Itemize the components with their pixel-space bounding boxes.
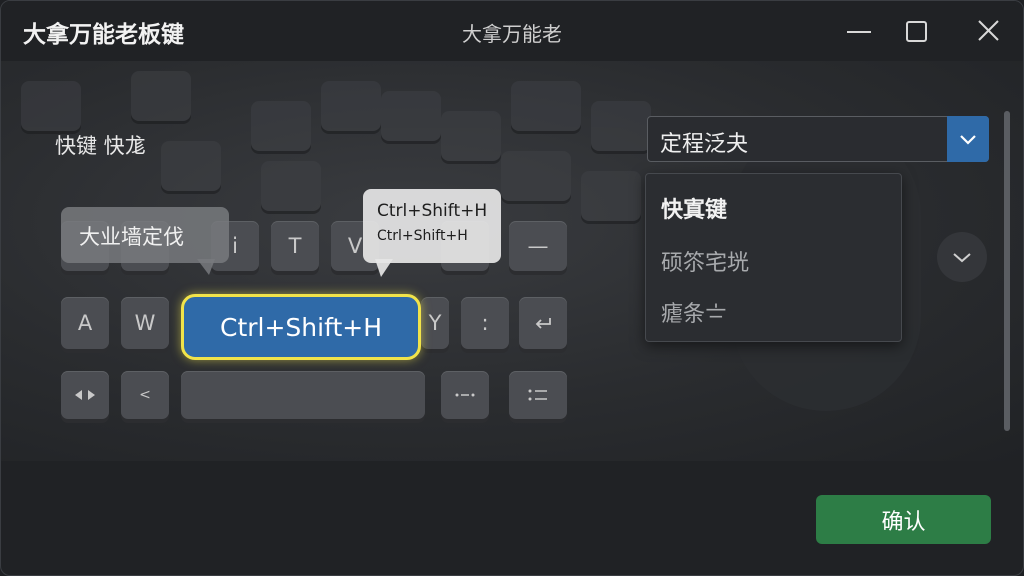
close-icon [978,20,999,41]
background-key [251,101,311,151]
background-key [131,71,191,121]
key-colon[interactable]: : [461,297,509,349]
select-toggle-button[interactable] [947,116,989,162]
key-w[interactable]: W [121,297,169,349]
confirm-button[interactable]: 确认 [816,495,991,544]
arrows-icon [75,390,95,400]
key-t[interactable]: T [271,221,319,271]
select-dropdown: 快寘键 硕䇣宅垙 瘧条〧 [645,173,902,342]
scrollbar-thumb[interactable] [1004,111,1010,431]
key[interactable] [441,371,489,419]
dots-icon [455,393,475,397]
minimize-icon [847,31,871,33]
background-key [21,81,81,131]
tooltip-line-2: Ctrl+Shift+H [377,228,468,244]
background-key [501,151,571,201]
dropdown-item[interactable]: 硕䇣宅垙 [661,245,749,277]
minimize-button[interactable] [839,13,879,49]
app-window: 大拿万能老板键 大拿万能老 快键 快尨 i T V — A W Y: < Ct… [0,0,1024,576]
spacebar-key[interactable] [181,371,425,419]
hotkey-tooltip: Ctrl+Shift+H Ctrl+Shift+H [363,189,501,263]
hotkey-display[interactable]: Ctrl+Shift+H [181,294,421,360]
hotkey-label: 快键 快尨 [55,134,146,158]
hint-bubble-text: 大业墙定伐 [79,225,184,249]
background-key [591,101,651,151]
tooltip-tail [375,259,393,277]
dropdown-item[interactable]: 快寘键 [661,192,727,224]
background-key [581,171,641,221]
tooltip-line-1: Ctrl+Shift+H [377,201,488,221]
mode-select[interactable]: 定程泛夬 [647,116,989,162]
title-bar: 大拿万能老板键 大拿万能老 [1,1,1023,61]
close-button[interactable] [969,13,1009,49]
enter-icon [535,318,551,329]
background-key [381,91,441,141]
background-key [441,111,501,161]
key-y[interactable]: Y [421,297,449,349]
expand-button[interactable] [937,232,987,282]
key-less-than[interactable]: < [121,371,169,419]
arrows-key[interactable] [61,371,109,419]
chevron-down-icon [960,135,976,145]
hint-bubble-tail [197,259,215,275]
select-value: 定程泛夬 [660,132,749,157]
scrollbar[interactable] [1004,111,1010,431]
background-key [511,81,581,131]
background-key [161,141,221,191]
key-a[interactable]: A [61,297,109,349]
list-key[interactable] [509,371,567,419]
background-key [321,81,381,131]
background-key [261,161,321,211]
list-icon [528,389,547,401]
enter-key[interactable] [519,297,567,349]
chevron-down-icon [953,253,971,263]
maximize-icon [906,21,927,42]
hint-bubble: 大业墙定伐 [61,207,229,263]
dropdown-item[interactable]: 瘧条〧 [661,296,727,328]
key-dash[interactable]: — [509,221,567,271]
maximize-button[interactable] [897,13,937,49]
